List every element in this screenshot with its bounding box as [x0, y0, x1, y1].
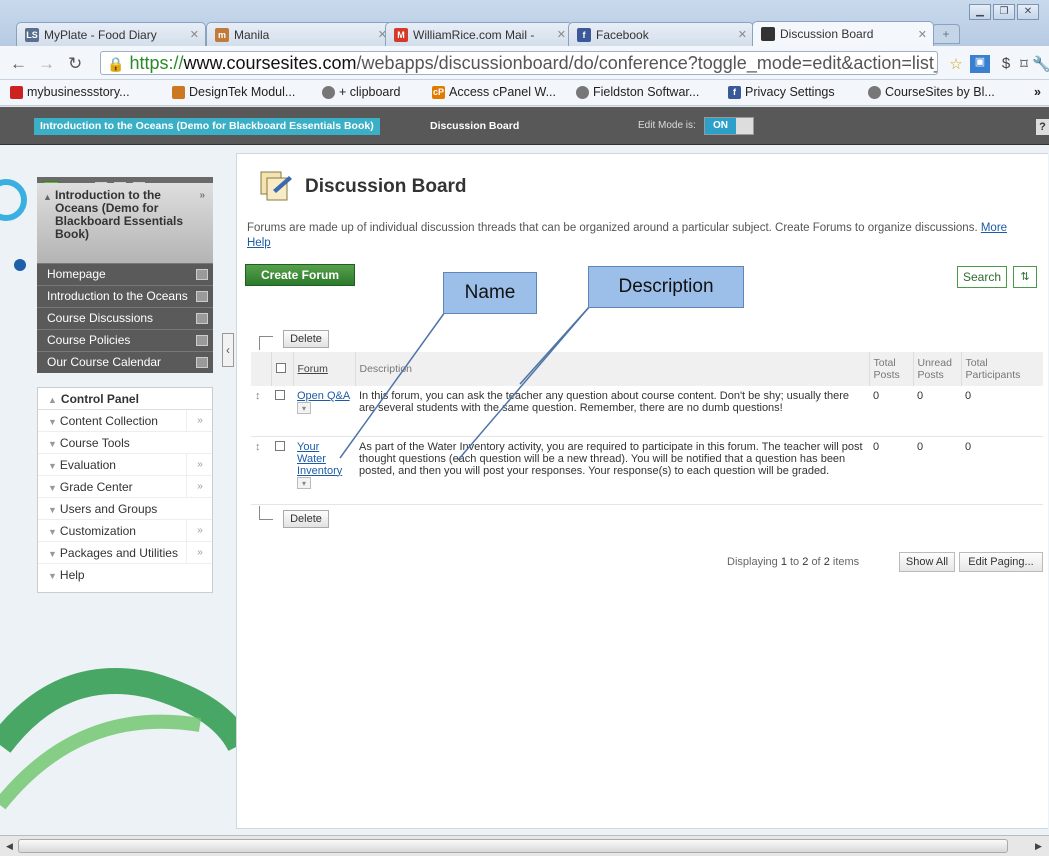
name-callout: Name — [443, 272, 537, 314]
discussion-board-favicon-icon — [761, 27, 775, 41]
scroll-right-icon[interactable]: ▶ — [1031, 839, 1046, 854]
horizontal-scrollbar[interactable]: ◀ ▶ — [0, 835, 1049, 856]
description-leader-line-2 — [519, 305, 591, 385]
callout-leader-lines — [339, 305, 591, 461]
close-tab-icon[interactable]: ✕ — [918, 28, 927, 41]
tab-discussion-board[interactable]: Discussion Board ✕ — [752, 21, 934, 46]
scroll-left-icon[interactable]: ◀ — [2, 839, 17, 854]
name-leader-line — [339, 311, 446, 459]
scrollbar-thumb[interactable] — [18, 839, 1008, 853]
tab-label: Discussion Board — [780, 27, 874, 41]
description-callout: Description — [588, 266, 744, 308]
